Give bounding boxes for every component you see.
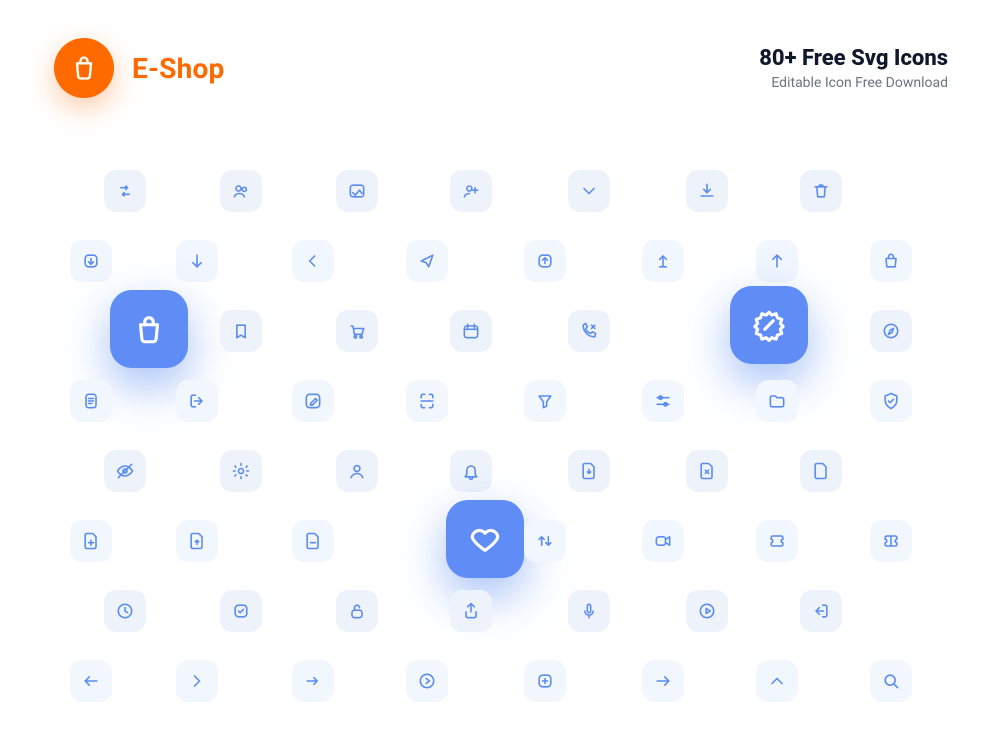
search-icon[interactable] [870,660,912,702]
shopping-bag-icon [70,54,98,82]
share-up-icon[interactable] [450,590,492,632]
arrow-left-icon[interactable] [70,660,112,702]
trash-icon[interactable] [800,170,842,212]
arrow-up-thin-icon[interactable] [642,240,684,282]
send-icon[interactable] [406,240,448,282]
filter-icon[interactable] [524,380,566,422]
ticket-alt-icon[interactable] [870,520,912,562]
gear-icon[interactable] [220,450,262,492]
sort-icon[interactable] [524,520,566,562]
phone-missed-icon[interactable] [568,310,610,352]
icon-grid [50,160,950,720]
exit-icon[interactable] [524,660,566,702]
brand: E-Shop [54,38,224,98]
video-icon[interactable] [642,520,684,562]
mic-icon[interactable] [568,590,610,632]
compass-icon[interactable] [870,310,912,352]
file-minus-icon[interactable] [292,520,334,562]
download-icon[interactable] [686,170,728,212]
document-icon[interactable] [70,380,112,422]
swap-icon[interactable] [104,170,146,212]
folder-icon[interactable] [756,380,798,422]
file-plus-icon[interactable] [70,520,112,562]
ticket-icon[interactable] [756,520,798,562]
unlock-icon[interactable] [336,590,378,632]
bookmark-icon[interactable] [220,310,262,352]
play-circle-icon[interactable] [686,590,728,632]
shopping-bag-icon[interactable] [110,290,188,368]
next-circle-icon[interactable] [406,660,448,702]
promo-block: 80+ Free Svg Icons Editable Icon Free Do… [759,46,948,91]
logout-icon[interactable] [176,380,218,422]
arrow-right-icon[interactable] [642,660,684,702]
user-plus-icon[interactable] [450,170,492,212]
eye-off-icon[interactable] [104,450,146,492]
file-icon[interactable] [800,450,842,492]
page-header: E-Shop 80+ Free Svg Icons Editable Icon … [54,38,948,98]
brand-badge [54,38,114,98]
bag-icon[interactable] [870,240,912,282]
chevron-right-icon[interactable] [176,660,218,702]
login-icon[interactable] [800,590,842,632]
edit-icon[interactable] [292,380,334,422]
discount-badge-icon[interactable] [730,286,808,364]
gallery-icon[interactable] [336,170,378,212]
arrow-down-icon[interactable] [176,240,218,282]
arrow-down-box-icon[interactable] [70,240,112,282]
file-download-icon[interactable] [568,450,610,492]
chevron-up-icon[interactable] [756,660,798,702]
sliders-icon[interactable] [642,380,684,422]
arrow-up-icon[interactable] [756,240,798,282]
scan-icon[interactable] [406,380,448,422]
heart-icon[interactable] [446,500,524,578]
group-icon[interactable] [220,170,262,212]
promo-subtitle: Editable Icon Free Download [759,75,948,91]
promo-title: 80+ Free Svg Icons [759,46,948,71]
bell-icon[interactable] [450,450,492,492]
calendar-icon[interactable] [450,310,492,352]
chevron-down-icon[interactable] [568,170,610,212]
file-error-icon[interactable] [686,450,728,492]
arrow-right-thin-icon[interactable] [292,660,334,702]
arrow-up-box-icon[interactable] [524,240,566,282]
checkbox-icon[interactable] [220,590,262,632]
chevron-left-icon[interactable] [292,240,334,282]
clock-icon[interactable] [104,590,146,632]
brand-title: E-Shop [132,52,224,85]
cart-icon[interactable] [336,310,378,352]
shield-check-icon[interactable] [870,380,912,422]
file-upload-icon[interactable] [176,520,218,562]
user-icon[interactable] [336,450,378,492]
